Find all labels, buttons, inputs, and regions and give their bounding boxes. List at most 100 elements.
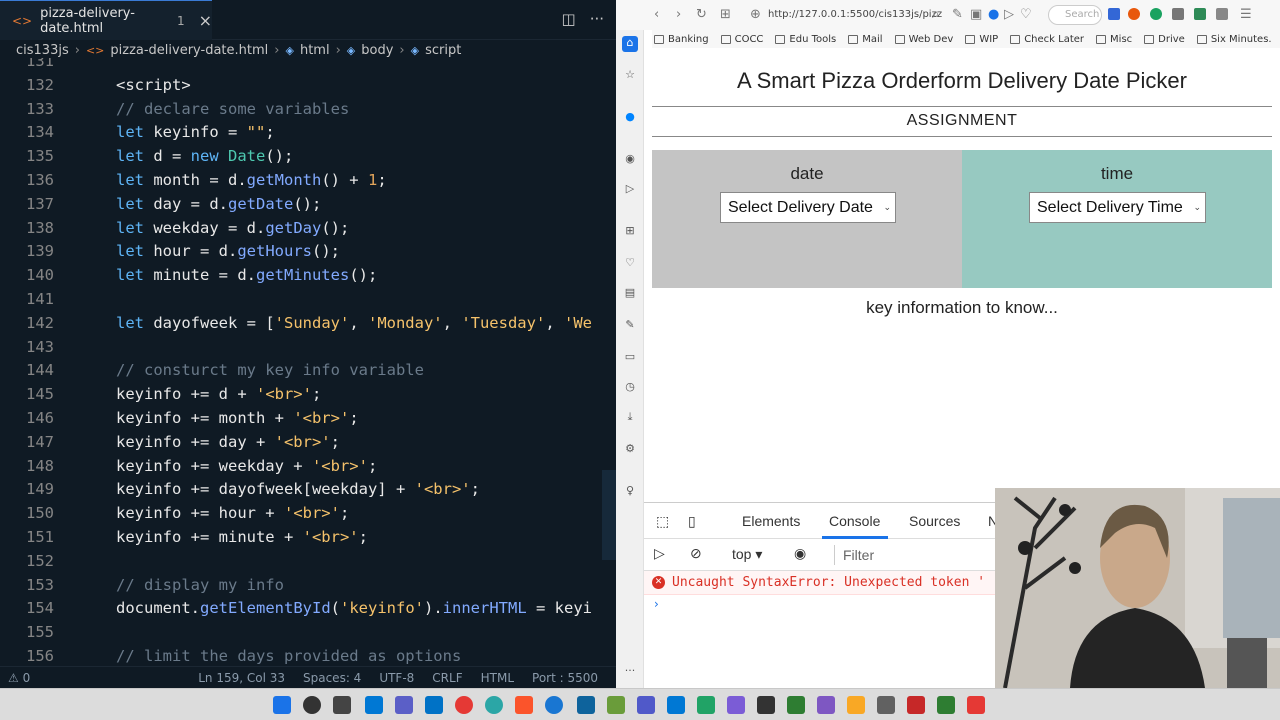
start-icon[interactable] — [273, 696, 291, 714]
code-area[interactable]: 131 132 <script> 133 // declare some variabl… — [0, 58, 616, 670]
status-eol[interactable]: CRLF — [432, 671, 462, 685]
bookmark-item[interactable]: Web Dev — [894, 34, 953, 45]
app-icon[interactable] — [607, 696, 625, 714]
status-port[interactable]: Port : 5500 — [532, 671, 598, 685]
bookmark-item[interactable]: Misc — [1096, 34, 1132, 45]
bookmark-item[interactable]: Drive — [1144, 34, 1185, 45]
history-icon[interactable]: ◷ — [622, 380, 638, 396]
app-icon[interactable] — [877, 696, 895, 714]
tips-icon[interactable]: ♀ — [622, 484, 638, 500]
breadcrumb-folder[interactable]: cis133js — [16, 43, 69, 58]
inspect-icon[interactable]: ⬚ — [656, 513, 669, 530]
status-encoding[interactable]: UTF-8 — [379, 671, 414, 685]
code-line[interactable]: 145 keyinfo += d + '<br>'; — [0, 385, 616, 409]
sidebar-toggle-icon[interactable]: ▷ — [654, 545, 665, 562]
extension-icon[interactable] — [1150, 8, 1162, 20]
back-icon[interactable]: ‹ — [654, 7, 659, 22]
code-line[interactable]: 146 keyinfo += month + '<br>'; — [0, 409, 616, 433]
sidebar-send-icon[interactable]: ▷ — [622, 182, 638, 198]
app-icon[interactable] — [425, 696, 443, 714]
sidebar-home-icon[interactable]: ⌂ — [622, 36, 638, 52]
reload-icon[interactable]: ↻ — [696, 7, 707, 22]
send-icon[interactable]: ▷ — [1004, 7, 1014, 22]
breadcrumb-body[interactable]: body — [361, 43, 393, 58]
code-line[interactable]: 132 <script> — [0, 76, 616, 100]
app-icon[interactable] — [637, 696, 655, 714]
folder-icon[interactable] — [847, 696, 865, 714]
eye-icon[interactable]: ◉ — [794, 545, 806, 562]
bookmark-item[interactable]: Banking — [654, 34, 709, 45]
app-icon[interactable] — [667, 696, 685, 714]
editor-tab[interactable]: <> pizza-delivery-date.html 1 × — [0, 0, 212, 40]
code-line[interactable]: 137 let day = d.getDate(); — [0, 195, 616, 219]
app-icon[interactable] — [967, 696, 985, 714]
sidebar-edit-icon[interactable]: ✎ — [622, 318, 638, 334]
app-icon[interactable] — [485, 696, 503, 714]
tab-console[interactable]: Console — [829, 513, 880, 529]
code-line[interactable]: 151 keyinfo += minute + '<br>'; — [0, 528, 616, 552]
status-language[interactable]: HTML — [481, 671, 514, 685]
forward-icon[interactable]: › — [676, 7, 681, 22]
code-line[interactable]: 138 let weekday = d.getDay(); — [0, 219, 616, 243]
tab-sources[interactable]: Sources — [909, 513, 960, 529]
sidebar-star-icon[interactable]: ☆ — [622, 68, 638, 84]
code-line[interactable]: 152 — [0, 552, 616, 576]
app-icon[interactable] — [787, 696, 805, 714]
sidebar-notes-icon[interactable]: ▤ — [622, 286, 638, 302]
extension-icon[interactable] — [1194, 8, 1206, 20]
delivery-date-select[interactable]: Select Delivery Date ⌄ — [720, 192, 896, 223]
context-select[interactable]: top ▾ — [732, 546, 762, 563]
app-icon[interactable] — [545, 696, 563, 714]
extension-icon[interactable] — [1108, 8, 1120, 20]
status-spaces[interactable]: Spaces: 4 — [303, 671, 361, 685]
bookmark-item[interactable]: Mail — [848, 34, 883, 45]
console-prompt-icon[interactable]: › — [654, 597, 659, 611]
messenger-icon[interactable]: ● — [622, 110, 638, 126]
code-line[interactable]: 149 keyinfo += dayofweek[weekday] + '<br>… — [0, 480, 616, 504]
app-icon[interactable] — [817, 696, 835, 714]
bookmark-item[interactable]: Edu Tools — [775, 34, 836, 45]
code-line[interactable]: 142 let dayofweek = ['Sunday', 'Monday', … — [0, 314, 616, 338]
breadcrumb-html[interactable]: html — [300, 43, 330, 58]
scrollbar[interactable] — [602, 470, 616, 560]
heart-icon[interactable]: ♡ — [1020, 7, 1032, 22]
code-line[interactable]: 131 — [0, 58, 616, 76]
search-input[interactable]: Search — [1048, 5, 1102, 25]
sidebar-heart-icon[interactable]: ♡ — [622, 256, 638, 272]
code-line[interactable]: 143 — [0, 338, 616, 362]
code-line[interactable]: 154 document.getElementById('keyinfo').in… — [0, 599, 616, 623]
code-line[interactable]: 140 let minute = d.getMinutes(); — [0, 266, 616, 290]
app-icon[interactable] — [455, 696, 473, 714]
app-icon[interactable] — [395, 696, 413, 714]
sidebar-play-icon[interactable]: ◉ — [622, 152, 638, 168]
app-icon[interactable] — [757, 696, 775, 714]
more-icon[interactable]: ··· — [622, 664, 638, 680]
code-line[interactable]: 139 let hour = d.getHours(); — [0, 242, 616, 266]
code-line[interactable]: 155 — [0, 623, 616, 647]
breadcrumb-script[interactable]: script — [425, 43, 461, 58]
app-icon[interactable] — [365, 696, 383, 714]
download-icon[interactable]: ⤓ — [622, 410, 638, 426]
apps-grid-icon[interactable]: ⊞ — [720, 7, 731, 22]
app-icon[interactable] — [907, 696, 925, 714]
close-icon[interactable]: × — [199, 11, 212, 30]
menu-icon[interactable]: ☰ — [1240, 7, 1252, 22]
extension-icon[interactable] — [1172, 8, 1184, 20]
code-line[interactable]: 148 keyinfo += weekday + '<br>'; — [0, 457, 616, 481]
app-icon[interactable] — [727, 696, 745, 714]
sidebar-tab-icon[interactable]: ▭ — [622, 350, 638, 366]
shield-icon[interactable]: ● — [988, 7, 999, 22]
extension-icon[interactable] — [1216, 8, 1228, 20]
status-position[interactable]: Ln 159, Col 33 — [198, 671, 285, 685]
code-line[interactable]: 135 let d = new Date(); — [0, 147, 616, 171]
clear-console-icon[interactable]: ⊘ — [690, 545, 702, 562]
code-line[interactable]: 147 keyinfo += day + '<br>'; — [0, 433, 616, 457]
taskview-icon[interactable] — [333, 696, 351, 714]
code-line[interactable]: 144 // consturct my key info variable — [0, 361, 616, 385]
sidebar-grid-icon[interactable]: ⊞ — [622, 224, 638, 240]
code-line[interactable]: 141 — [0, 290, 616, 314]
edit-icon[interactable]: ✎ — [952, 7, 963, 22]
device-toggle-icon[interactable]: ▯ — [688, 513, 696, 530]
split-editor-icon[interactable]: ◫ — [562, 10, 576, 28]
breadcrumb-file[interactable]: pizza-delivery-date.html — [110, 43, 268, 58]
